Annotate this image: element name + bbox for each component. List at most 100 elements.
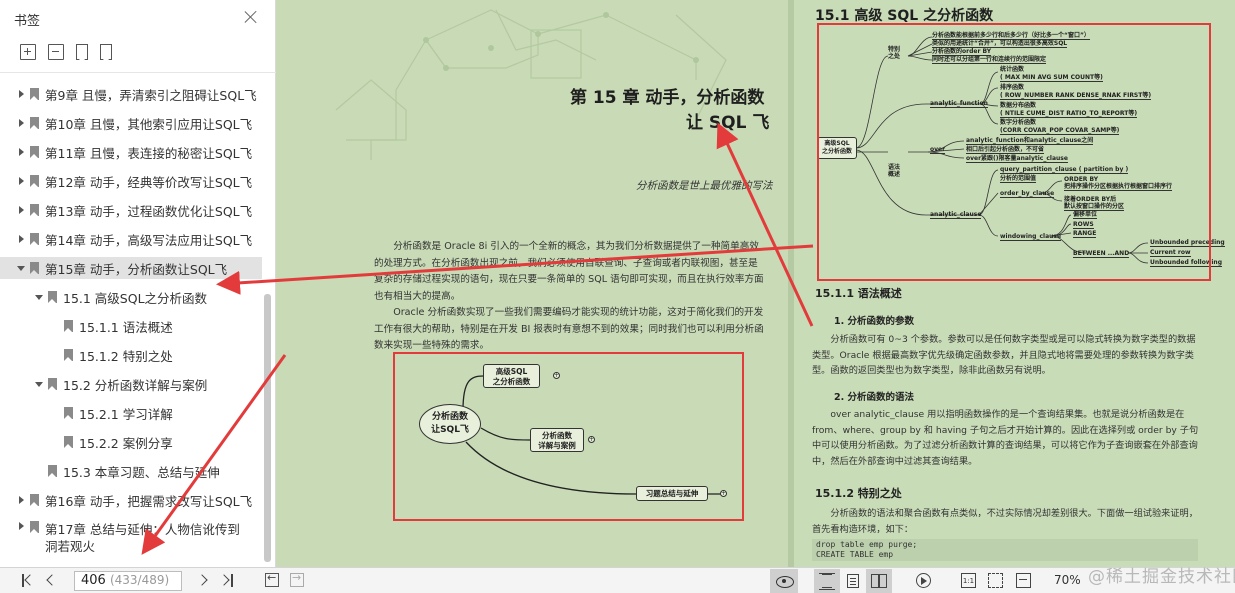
bookmark-panel-header: 书签 xyxy=(0,0,276,38)
bookmark-label: 第14章 动手，高级写法应用让SQL飞 xyxy=(45,232,253,248)
close-icon[interactable] xyxy=(244,10,258,24)
bookmark-item[interactable]: 15.2 分析函数详解与案例 xyxy=(0,373,262,395)
zoom-level[interactable]: 70% xyxy=(1054,573,1081,587)
caret-right-icon[interactable] xyxy=(16,495,26,505)
bookmark-label: 15.2 分析函数详解与案例 xyxy=(63,377,208,393)
bookmark-icon xyxy=(64,407,73,419)
bookmark-label: 第11章 且慢，表连接的秘密让SQL飞 xyxy=(45,145,253,161)
last-page-icon[interactable] xyxy=(220,574,234,588)
first-page-icon[interactable] xyxy=(22,574,36,588)
bookmark-label: 第12章 动手，经典等价改写让SQL飞 xyxy=(45,174,253,190)
eye-protection-icon[interactable] xyxy=(770,569,798,593)
bookmark-icon xyxy=(30,88,39,100)
bookmark-icon xyxy=(48,465,57,477)
bookmark-icon xyxy=(48,291,57,303)
bookmark-label: 第17章 总结与延伸：人物信讹传到洞若观火 xyxy=(45,522,240,554)
next-page-icon[interactable] xyxy=(198,574,210,588)
fit-page-icon[interactable] xyxy=(988,573,1003,588)
add-bookmark-icon[interactable] xyxy=(76,44,88,60)
scroll-mode-icon[interactable] xyxy=(814,569,840,593)
double-page-icon[interactable] xyxy=(866,569,892,593)
bookmark-icon xyxy=(30,521,39,533)
single-page-icon[interactable] xyxy=(840,569,866,593)
bookmark-icon xyxy=(30,233,39,245)
bookmark-icon xyxy=(30,204,39,216)
bookmark-icon xyxy=(64,349,73,361)
caret-down-icon[interactable] xyxy=(34,379,44,389)
bookmark-item[interactable]: 第14章 动手，高级写法应用让SQL飞 xyxy=(0,228,262,250)
bookmark-item[interactable]: 15.2.1 学习详解 xyxy=(0,402,262,424)
divider xyxy=(0,72,276,73)
bookmark-icon xyxy=(64,436,73,448)
caret-right-icon[interactable] xyxy=(16,118,26,128)
bookmark-item[interactable]: 15.1.1 语法概述 xyxy=(0,315,262,337)
prev-page-icon[interactable] xyxy=(44,574,56,588)
expand-all-icon[interactable] xyxy=(20,44,36,60)
document-view[interactable]: 第 15 章 动手，分析函数 让 SQL 飞 分析函数是世上最优雅的写法 分析函… xyxy=(276,0,1235,567)
bookmark-item[interactable]: 15.3 本章习题、总结与延伸 xyxy=(0,460,262,482)
bookmark-item[interactable]: 第11章 且慢，表连接的秘密让SQL飞 xyxy=(0,141,262,163)
bookmark-item[interactable]: 15.1 高级SQL之分析函数 xyxy=(0,286,262,308)
bookmark-label: 15.1 高级SQL之分析函数 xyxy=(63,290,208,306)
bookmark-label: 15.1.2 特别之处 xyxy=(79,348,173,364)
caret-down-icon[interactable] xyxy=(16,263,26,273)
bookmark-item[interactable]: 15.1.2 特别之处 xyxy=(0,344,262,366)
caret-right-icon[interactable] xyxy=(16,521,26,531)
bookmark-icon xyxy=(30,117,39,129)
code-block: drop table emp purge; CREATE TABLE emp xyxy=(812,539,1198,561)
scrollbar[interactable] xyxy=(264,294,271,562)
page-number-input[interactable]: 406 (433/489) xyxy=(74,571,182,591)
bookmark-toolbar xyxy=(20,44,112,62)
forward-icon[interactable] xyxy=(290,571,304,587)
caret-right-icon[interactable] xyxy=(16,147,26,157)
paragraph: over analytic_clause 用以指明函数操作的是一个查询结果集。也… xyxy=(812,409,1199,467)
bookmark-item[interactable]: 第17章 总结与延伸：人物信讹传到洞若观火 xyxy=(0,518,262,554)
bookmark-icon xyxy=(48,378,57,390)
paragraph-heading: 1. 分析函数的参数 xyxy=(834,316,915,327)
bookmark-item[interactable]: 第15章 动手，分析函数让SQL飞 xyxy=(0,257,262,279)
bookmark-label: 第13章 动手，过程函数优化让SQL飞 xyxy=(45,203,253,219)
subsection-heading: 15.1.1 语法概述 xyxy=(815,287,902,300)
watermark: @稀土掘金技术社区 xyxy=(1088,567,1235,587)
paragraph: 分析函数的语法和聚合函数有点类似，不过实际情况却差别很大。下面做一组试验来证明，… xyxy=(812,508,1198,535)
bookmark-label: 第16章 动手，把握需求改写让SQL飞 xyxy=(45,493,253,509)
current-page: 406 xyxy=(81,573,106,588)
find-bookmark-icon[interactable] xyxy=(100,44,112,60)
bookmark-icon xyxy=(30,146,39,158)
bookmark-item[interactable]: 第16章 动手，把握需求改写让SQL飞 xyxy=(0,489,262,511)
bottom-toolbar: 406 (433/489) 70% xyxy=(0,567,1235,593)
caret-right-icon[interactable] xyxy=(16,176,26,186)
play-icon[interactable] xyxy=(916,573,931,588)
page-total: (433/489) xyxy=(109,573,170,587)
bookmark-label: 15.2.2 案例分享 xyxy=(79,435,173,451)
bookmark-label: 15.1.1 语法概述 xyxy=(79,319,173,335)
subsection-heading: 15.1.2 特别之处 xyxy=(815,487,902,500)
actual-size-icon[interactable] xyxy=(961,573,976,588)
bookmark-label: 第10章 且慢，其他索引应用让SQL飞 xyxy=(45,116,253,132)
bookmark-item[interactable]: 第10章 且慢，其他索引应用让SQL飞 xyxy=(0,112,262,134)
caret-down-icon[interactable] xyxy=(34,292,44,302)
bookmark-panel-title: 书签 xyxy=(14,14,41,29)
bookmark-label: 第15章 动手，分析函数让SQL飞 xyxy=(45,261,228,277)
collapse-all-icon[interactable] xyxy=(48,44,64,60)
bookmark-item[interactable]: 第13章 动手，过程函数优化让SQL飞 xyxy=(0,199,262,221)
bookmark-icon xyxy=(30,494,39,506)
paragraph-heading: 2. 分析函数的语法 xyxy=(834,392,915,403)
back-icon[interactable] xyxy=(265,571,279,587)
bookmark-label: 15.2.1 学习详解 xyxy=(79,406,173,422)
caret-right-icon[interactable] xyxy=(16,234,26,244)
bookmark-item[interactable]: 第9章 且慢，弄清索引之阻碍让SQL飞 xyxy=(0,83,262,105)
caret-right-icon[interactable] xyxy=(16,89,26,99)
bookmark-item[interactable]: 第12章 动手，经典等价改写让SQL飞 xyxy=(0,170,262,192)
caret-right-icon[interactable] xyxy=(16,205,26,215)
bookmark-icon xyxy=(30,262,39,274)
bookmark-item[interactable]: 15.2.2 案例分享 xyxy=(0,431,262,453)
fit-width-icon[interactable] xyxy=(1016,573,1031,588)
bookmark-label: 15.3 本章习题、总结与延伸 xyxy=(63,464,220,480)
bookmark-label: 第9章 且慢，弄清索引之阻碍让SQL飞 xyxy=(45,87,257,103)
bookmark-icon xyxy=(30,175,39,187)
